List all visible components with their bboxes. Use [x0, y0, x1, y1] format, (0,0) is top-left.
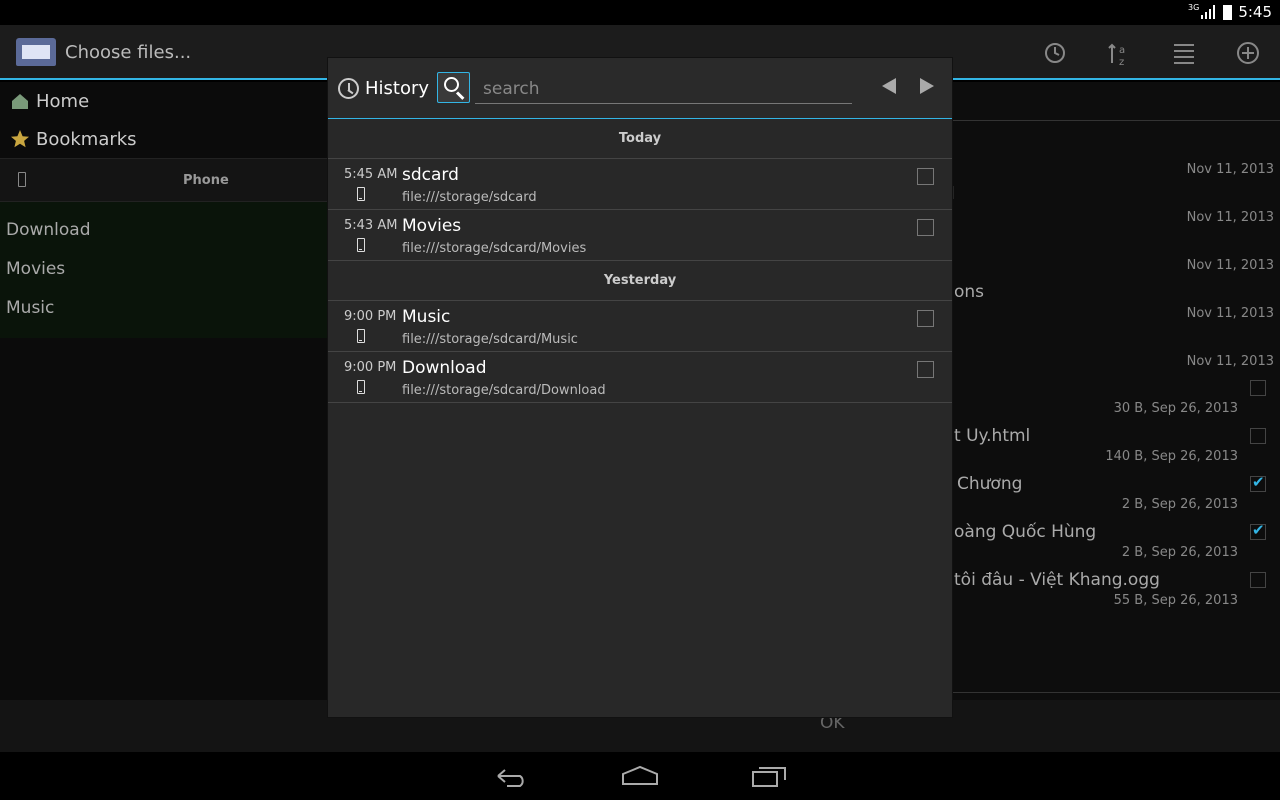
item-path: file:///storage/sdcard/Music	[402, 332, 578, 347]
search-input[interactable]	[475, 74, 852, 104]
item-path: file:///storage/sdcard/Download	[402, 383, 606, 398]
folder-item[interactable]: Music	[0, 288, 330, 327]
item-name: Music	[402, 307, 451, 327]
svg-text:z: z	[1119, 57, 1124, 67]
item-time: 5:43 AM	[344, 218, 398, 233]
sidebar: Home Bookmarks Phone Download Movies Mus…	[0, 82, 330, 700]
status-bar: 3G 5:45	[0, 0, 1280, 25]
file-name: tôi đâu - Việt Khang.ogg	[954, 570, 1160, 590]
sidebar-item-home[interactable]: Home	[0, 82, 330, 120]
app-logo-icon	[16, 38, 56, 66]
search-icon	[444, 77, 459, 92]
device-tab-phone[interactable]: Phone	[0, 158, 330, 202]
history-icon[interactable]	[1043, 41, 1067, 65]
item-checkbox[interactable]	[917, 219, 934, 236]
battery-icon	[1223, 4, 1233, 20]
phone-icon	[357, 329, 365, 343]
file-meta: 140 B, Sep 26, 2013	[1105, 449, 1238, 464]
search-button[interactable]	[437, 72, 470, 103]
file-meta: 2 B, Sep 26, 2013	[1121, 545, 1238, 560]
signal-icon	[1201, 5, 1217, 19]
next-arrow-icon[interactable]	[920, 78, 934, 94]
item-time: 5:45 AM	[344, 167, 398, 182]
file-meta: 30 B, Sep 26, 2013	[1113, 401, 1238, 416]
add-icon[interactable]	[1236, 41, 1260, 65]
file-date: Nov 11, 2013	[1186, 354, 1274, 369]
status-icons: 3G 5:45	[1188, 3, 1272, 21]
folder-item[interactable]: Download	[0, 210, 330, 249]
file-checkbox[interactable]	[1250, 380, 1266, 396]
item-path: file:///storage/sdcard	[402, 190, 537, 205]
file-meta: 2 B, Sep 26, 2013	[1121, 497, 1238, 512]
group-header-today: Today	[328, 119, 952, 159]
phone-icon	[357, 380, 365, 394]
history-icon	[338, 78, 359, 99]
item-checkbox[interactable]	[917, 310, 934, 327]
folder-list: Download Movies Music	[0, 202, 330, 338]
list-view-icon[interactable]	[1172, 41, 1196, 65]
item-checkbox[interactable]	[917, 361, 934, 378]
history-item[interactable]: 5:45 AM sdcard file:///storage/sdcard	[328, 159, 952, 210]
phone-icon	[357, 187, 365, 201]
sidebar-item-label: Home	[36, 90, 90, 112]
file-name: t Uy.html	[954, 426, 1031, 446]
sort-az-icon[interactable]: az	[1108, 41, 1132, 68]
home-icon	[12, 94, 28, 109]
file-checkbox[interactable]	[1250, 521, 1266, 540]
folder-item[interactable]: Movies	[0, 249, 330, 288]
file-name: oàng Quốc Hùng	[954, 522, 1097, 542]
history-dialog: History Today 5:45 AM sdcard file:///sto…	[328, 58, 952, 717]
network-type: 3G	[1188, 3, 1200, 12]
star-icon	[11, 130, 29, 148]
item-path: file:///storage/sdcard/Movies	[402, 241, 587, 256]
item-name: Download	[402, 358, 487, 378]
sidebar-item-bookmarks[interactable]: Bookmarks	[0, 120, 330, 158]
file-date: Nov 11, 2013	[1186, 258, 1274, 273]
back-icon[interactable]	[495, 764, 529, 788]
previous-arrow-icon[interactable]	[882, 78, 896, 94]
home-icon[interactable]	[621, 764, 659, 788]
file-checkbox[interactable]	[1250, 428, 1266, 444]
file-date: Nov 11, 2013	[1186, 210, 1274, 225]
phone-icon	[18, 172, 26, 187]
sidebar-item-label: Bookmarks	[36, 128, 137, 150]
item-name: Movies	[402, 216, 462, 236]
file-date: Nov 11, 2013	[1186, 162, 1274, 177]
dialog-header: History	[328, 58, 952, 119]
history-item[interactable]: 9:00 PM Music file:///storage/sdcard/Mus…	[328, 301, 952, 352]
dialog-title: History	[365, 78, 430, 99]
file-checkbox[interactable]	[1250, 572, 1266, 588]
item-time: 9:00 PM	[344, 360, 397, 375]
file-meta: 55 B, Sep 26, 2013	[1113, 593, 1238, 608]
item-time: 9:00 PM	[344, 309, 397, 324]
item-name: sdcard	[402, 165, 459, 185]
file-list-background: Nov 11, 2013 l Nov 11, 2013 Nov 11, 2013…	[950, 82, 1280, 700]
file-name-partial: ons	[954, 282, 985, 302]
history-item[interactable]: 9:00 PM Download file:///storage/sdcard/…	[328, 352, 952, 403]
file-name: Chương	[957, 474, 1023, 494]
recents-icon[interactable]	[751, 764, 787, 788]
device-label: Phone	[183, 172, 229, 188]
item-checkbox[interactable]	[917, 168, 934, 185]
file-date: Nov 11, 2013	[1186, 306, 1274, 321]
system-nav-bar	[0, 752, 1280, 800]
svg-text:a: a	[1119, 45, 1125, 56]
group-header-yesterday: Yesterday	[328, 261, 952, 301]
app-title: Choose files...	[65, 42, 192, 63]
status-time: 5:45	[1238, 3, 1272, 21]
phone-icon	[357, 238, 365, 252]
file-checkbox[interactable]	[1250, 473, 1266, 492]
history-item[interactable]: 5:43 AM Movies file:///storage/sdcard/Mo…	[328, 210, 952, 261]
